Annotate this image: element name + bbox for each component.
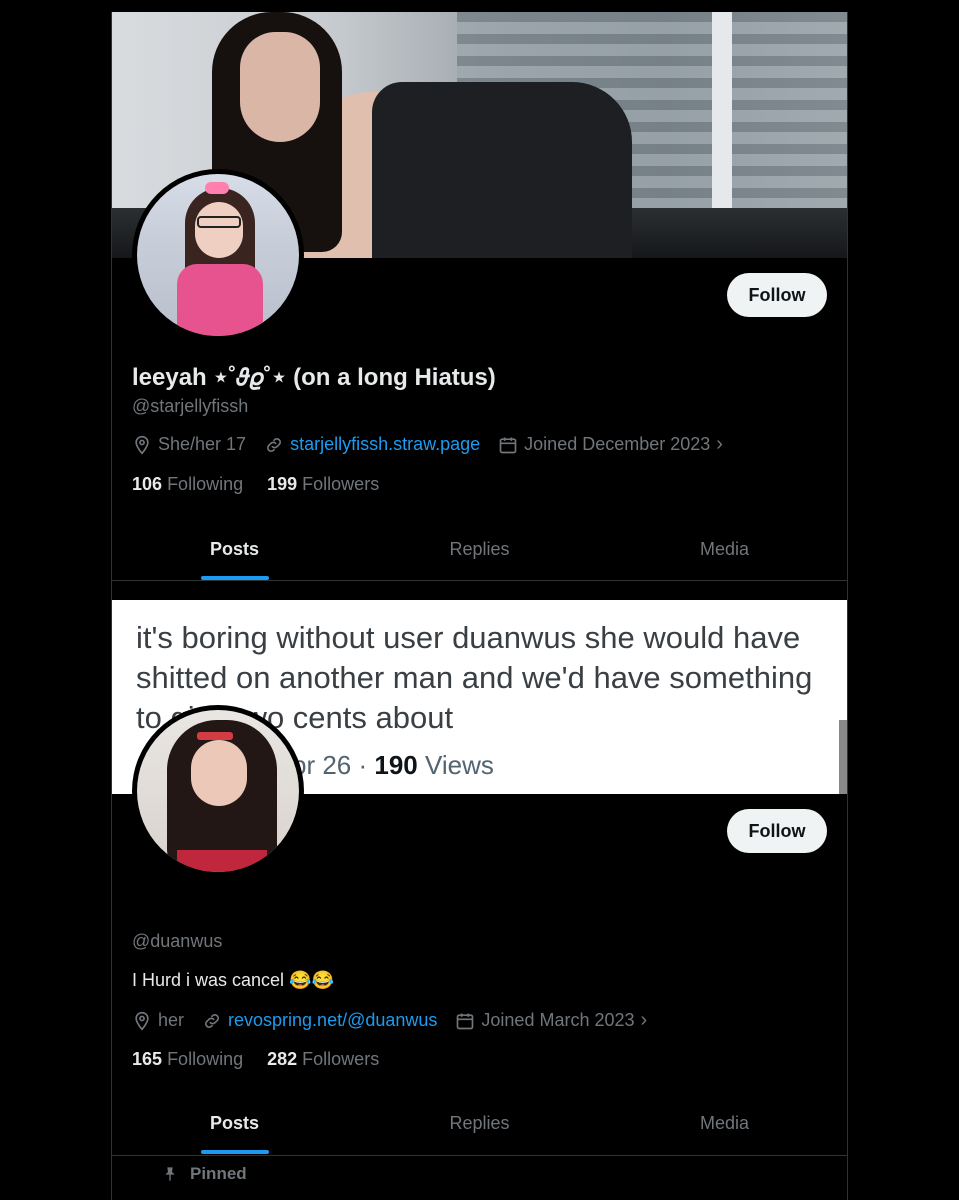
joined-date: Joined March 2023 <box>481 1010 635 1030</box>
website-link[interactable]: revospring.net/@duanwus <box>228 1010 437 1031</box>
tab-posts[interactable]: Posts <box>112 1092 357 1154</box>
embedded-tweet-views: pr 26 · 190 Views <box>292 750 494 780</box>
link-icon <box>267 437 282 452</box>
username: @starjellyfissh <box>132 396 249 416</box>
tab-replies[interactable]: Replies <box>357 1092 602 1154</box>
location-icon <box>135 1011 149 1031</box>
banner-figure-face <box>240 32 320 142</box>
profile-screenshot-frame: Follow leeyah ⋆˚𝜗𝜚˚⋆ (on a long Hiatus) … <box>111 12 848 1200</box>
joined-date: Joined December 2023 <box>524 434 711 454</box>
chevron-right-icon: › <box>640 1009 648 1031</box>
meta-location-text: her <box>158 1010 185 1030</box>
calendar-icon <box>499 437 517 453</box>
avatar[interactable] <box>132 169 304 341</box>
following-count[interactable]: 165 Following <box>132 1049 243 1070</box>
display-name: leeyah ⋆˚𝜗𝜚˚⋆ (on a long Hiatus) <box>132 364 496 391</box>
profile-meta: her revospring.net/@duanwus Joined March… <box>132 1009 665 1032</box>
followers-count[interactable]: 199 Followers <box>267 474 379 495</box>
profile-tabs: Posts Replies Media <box>112 1092 847 1154</box>
follow-counts: 106 Following 199 Followers <box>132 474 403 495</box>
tabs-divider <box>112 580 847 581</box>
location-icon <box>135 435 149 455</box>
calendar-icon <box>457 1013 474 1029</box>
pinned-indicator: Pinned <box>162 1164 247 1184</box>
chevron-right-icon: › <box>716 433 723 455</box>
follow-counts: 165 Following 282 Followers <box>132 1049 403 1070</box>
username: @duanwus <box>132 931 223 951</box>
pin-icon <box>165 1167 175 1181</box>
tabs-divider <box>112 1155 847 1156</box>
meta-website[interactable]: starjellyfissh.straw.page <box>264 434 480 455</box>
follow-button[interactable]: Follow <box>727 809 827 853</box>
follow-button[interactable]: Follow <box>727 273 827 317</box>
meta-location: her <box>132 1010 184 1031</box>
avatar-image <box>137 174 299 336</box>
profile-meta: She/her 17 starjellyfissh.straw.page Joi… <box>132 433 741 456</box>
meta-website[interactable]: revospring.net/@duanwus <box>202 1010 437 1031</box>
website-link[interactable]: starjellyfissh.straw.page <box>290 434 480 455</box>
avatar-image <box>137 710 299 872</box>
tab-media[interactable]: Media <box>602 518 847 580</box>
meta-joined[interactable]: Joined March 2023 › <box>455 1009 647 1032</box>
meta-location: She/her 17 <box>132 434 246 455</box>
active-tab-indicator <box>200 1150 269 1154</box>
pinned-label: Pinned <box>190 1164 247 1183</box>
profile-bio: I Hurd i was cancel 😂😂 <box>132 970 334 990</box>
banner-building-column <box>712 12 732 212</box>
profile-tabs: Posts Replies Media <box>112 518 847 580</box>
scrollbar <box>839 720 847 794</box>
tab-posts[interactable]: Posts <box>112 518 357 580</box>
meta-location-text: She/her 17 <box>158 434 247 454</box>
followers-count[interactable]: 282 Followers <box>267 1049 379 1070</box>
link-icon <box>205 1013 219 1028</box>
following-count[interactable]: 106 Following <box>132 474 243 495</box>
banner-figure-dress <box>372 82 632 258</box>
tab-replies[interactable]: Replies <box>357 518 602 580</box>
avatar[interactable] <box>132 705 304 877</box>
meta-joined[interactable]: Joined December 2023 › <box>498 433 723 456</box>
tab-media[interactable]: Media <box>602 1092 847 1154</box>
